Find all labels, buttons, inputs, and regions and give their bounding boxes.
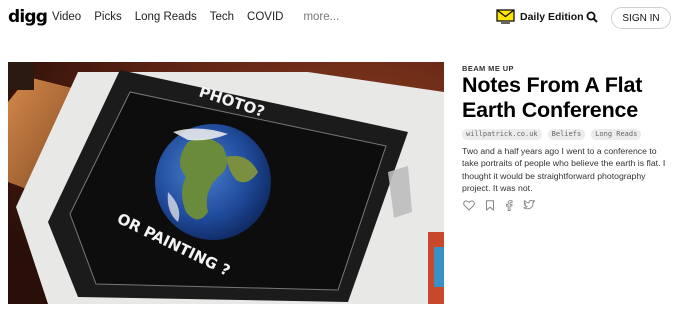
article-tags: willpatrick.co.uk Beliefs Long Reads (462, 129, 647, 140)
twitter-icon (523, 200, 535, 210)
top-navigation-bar: digg Video Picks Long Reads Tech COVID m… (0, 0, 680, 36)
article-description: Two and a half years ago I went to a con… (462, 146, 666, 193)
article-actions (463, 200, 545, 211)
envelope-icon (496, 9, 515, 24)
like-button[interactable] (463, 200, 475, 211)
heart-icon (463, 200, 475, 211)
nav-item-long-reads[interactable]: Long Reads (135, 11, 197, 23)
nav-item-video[interactable]: Video (52, 11, 81, 23)
share-twitter-button[interactable] (523, 200, 535, 211)
article-hero-image[interactable]: PHOTO? OR PAINTING ? (8, 62, 444, 304)
daily-edition-label: Daily Edition (520, 10, 584, 23)
main-nav: Video Picks Long Reads Tech COVID more..… (52, 11, 352, 23)
tag-beliefs[interactable]: Beliefs (547, 129, 586, 140)
share-facebook-button[interactable] (505, 200, 513, 211)
digg-logo[interactable]: digg (8, 7, 48, 27)
nav-item-covid[interactable]: COVID (247, 11, 283, 23)
facebook-icon (506, 200, 513, 211)
search-icon (586, 11, 598, 23)
nav-item-more[interactable]: more... (303, 11, 339, 23)
tag-long-reads[interactable]: Long Reads (591, 129, 642, 140)
tag-source[interactable]: willpatrick.co.uk (462, 129, 542, 140)
save-button[interactable] (485, 200, 495, 211)
bookmark-icon (486, 200, 494, 211)
article-title[interactable]: Notes From A Flat Earth Conference (462, 73, 674, 123)
nav-item-picks[interactable]: Picks (94, 11, 121, 23)
sign-in-button[interactable]: SIGN IN (611, 7, 671, 29)
daily-edition-link[interactable]: Daily Edition (496, 9, 584, 24)
nav-item-tech[interactable]: Tech (210, 11, 234, 23)
article-kicker[interactable]: BEAM ME UP (462, 64, 514, 73)
search-button[interactable] (586, 10, 598, 28)
